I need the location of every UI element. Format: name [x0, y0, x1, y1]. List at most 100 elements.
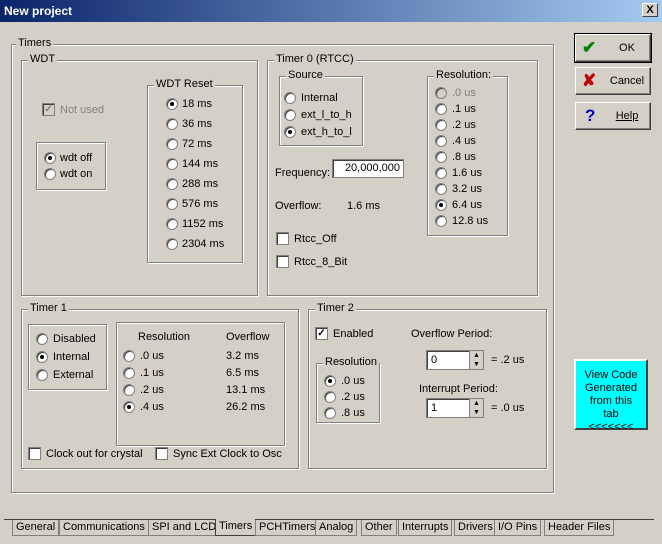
- timer2-resolution-option: .8 us: [341, 407, 365, 419]
- timer0-resolution-label: Resolution:: [434, 69, 494, 81]
- timer0-resolution-radio[interactable]: [435, 119, 447, 131]
- not-used-checkbox[interactable]: ✓: [42, 103, 55, 116]
- timer0-resolution-option: .4 us: [452, 135, 476, 147]
- timer0-resolution-radio[interactable]: [435, 135, 447, 147]
- spin-up-icon[interactable]: ▲: [470, 351, 483, 360]
- timer0-resolution-option: 6.4 us: [452, 199, 482, 211]
- spin-down-icon[interactable]: ▼: [470, 408, 483, 417]
- tab-strip: General Communications SPI and LCD Timers PC…: [12, 519, 632, 536]
- cross-icon: ✘: [582, 71, 597, 90]
- timer0-source-radio[interactable]: [284, 126, 296, 138]
- overflow-period-spinner[interactable]: 0 ▲ ▼: [426, 350, 484, 370]
- timer0-resolution-option: 12.8 us: [452, 215, 489, 227]
- tab-interrupts[interactable]: Interrupts: [398, 520, 453, 536]
- not-used-label: Not used: [60, 104, 105, 116]
- wdt-reset-group: WDT Reset: [147, 78, 243, 263]
- wdt-reset-option: 288 ms: [182, 178, 219, 190]
- wdt-reset-option: 72 ms: [182, 138, 212, 150]
- timers-group-label: Timers: [16, 37, 54, 49]
- tab-spi-and-lcd[interactable]: SPI and LCD: [148, 520, 221, 536]
- window-title: New project: [4, 4, 73, 18]
- timer1-mode-radio[interactable]: [36, 333, 48, 345]
- timer2-group-label: Timer 2: [315, 302, 356, 314]
- tab-communications[interactable]: Communications: [59, 520, 149, 536]
- clock-out-checkbox[interactable]: [28, 447, 41, 460]
- sync-ext-clock-label: Sync Ext Clock to Osc: [173, 448, 282, 460]
- timer1-resolution-radio[interactable]: [123, 401, 135, 413]
- wdt-reset-radio[interactable]: [166, 238, 178, 250]
- timer0-source-option: ext_l_to_h: [301, 109, 352, 121]
- interrupt-period-result: = .0 us: [491, 402, 525, 414]
- timer1-mode-option: External: [53, 369, 94, 381]
- wdt-reset-radio[interactable]: [166, 218, 178, 230]
- timer2-resolution-radio[interactable]: [324, 407, 336, 419]
- wdt-reset-radio[interactable]: [166, 138, 178, 150]
- view-code-button[interactable]: View Code Generated from this tab <<<<<<…: [574, 359, 648, 433]
- timer0-resolution-radio[interactable]: [435, 183, 447, 195]
- timer0-resolution-radio[interactable]: [435, 103, 447, 115]
- timer1-resolution-radio[interactable]: [123, 367, 135, 379]
- timer0-resolution-radio[interactable]: [435, 199, 447, 211]
- wdt-reset-radio[interactable]: [166, 158, 178, 170]
- timer1-overflow-value: 13.1 ms: [226, 384, 266, 396]
- overflow-period-result: = .2 us: [491, 354, 525, 366]
- wdt-off-radio[interactable]: [44, 152, 56, 164]
- frequency-input[interactable]: 20,000,000: [332, 159, 404, 178]
- spin-down-icon[interactable]: ▼: [470, 360, 483, 369]
- tab-general[interactable]: General: [12, 520, 60, 536]
- timer1-resolution-option: .2 us: [140, 384, 164, 396]
- tab-drivers[interactable]: Drivers: [454, 520, 497, 536]
- timer1-resolution-radio[interactable]: [123, 384, 135, 396]
- rtcc-off-checkbox[interactable]: [276, 232, 289, 245]
- timer0-resolution-radio[interactable]: [435, 87, 447, 99]
- close-button[interactable]: X: [642, 3, 658, 17]
- timer2-resolution-option: .2 us: [341, 391, 365, 403]
- overflow-period-label: Overflow Period:: [411, 328, 493, 340]
- rtcc-off-label: Rtcc_Off: [294, 233, 337, 245]
- help-button[interactable]: ? Help: [575, 102, 651, 130]
- timer2-resolution-radio[interactable]: [324, 391, 336, 403]
- tab-timers[interactable]: Timers: [215, 519, 257, 536]
- timer0-resolution-radio[interactable]: [435, 167, 447, 179]
- timer2-resolution-radio[interactable]: [324, 375, 336, 387]
- overflow-period-spin-buttons[interactable]: ▲ ▼: [469, 351, 483, 369]
- tab-pchtimers[interactable]: PCHTimers: [255, 520, 320, 536]
- wdt-reset-radio[interactable]: [166, 178, 178, 190]
- timer0-resolution-option: .0 us: [452, 87, 476, 99]
- timer1-resolution-radio[interactable]: [123, 350, 135, 362]
- timer0-resolution-radio[interactable]: [435, 215, 447, 227]
- tab-i-o-pins[interactable]: I/O Pins: [494, 520, 542, 536]
- wdt-reset-option: 18 ms: [182, 98, 212, 110]
- tab-other[interactable]: Other: [361, 520, 397, 536]
- timer0-resolution-option: 1.6 us: [452, 167, 482, 179]
- timer0-resolution-radio[interactable]: [435, 151, 447, 163]
- wdt-reset-radio[interactable]: [166, 198, 178, 210]
- spin-up-icon[interactable]: ▲: [470, 399, 483, 408]
- timer2-enabled-checkbox[interactable]: ✓: [315, 327, 328, 340]
- timer0-source-radio[interactable]: [284, 109, 296, 121]
- checkmark-icon: ✔: [582, 38, 597, 57]
- tab-analog[interactable]: Analog: [315, 520, 358, 536]
- timer0-source-radio[interactable]: [284, 92, 296, 104]
- wdt-reset-radio[interactable]: [166, 98, 178, 110]
- timer0-resolution-option: .8 us: [452, 151, 476, 163]
- rtcc-8bit-checkbox[interactable]: [276, 255, 289, 268]
- wdt-reset-radio[interactable]: [166, 118, 178, 130]
- wdt-group-label: WDT: [28, 53, 58, 65]
- interrupt-period-spinner[interactable]: 1 ▲ ▼: [426, 398, 484, 418]
- cancel-button[interactable]: ✘ Cancel: [575, 67, 651, 95]
- ok-button[interactable]: ✔ OK: [574, 33, 652, 63]
- wdt-on-radio[interactable]: [44, 168, 56, 180]
- wdt-reset-option: 144 ms: [182, 158, 219, 170]
- timer0-source-option: Internal: [301, 92, 338, 104]
- timer1-mode-radio[interactable]: [36, 369, 48, 381]
- timer2-resolution-option: .0 us: [341, 375, 365, 387]
- timer0-source-option: ext_h_to_l: [301, 126, 352, 138]
- timer2-resolution-label: Resolution: [323, 356, 379, 368]
- interrupt-period-spin-buttons[interactable]: ▲ ▼: [469, 399, 483, 417]
- tab-header-files[interactable]: Header Files: [544, 520, 615, 536]
- wdt-reset-option: 1152 ms: [182, 218, 224, 230]
- wdt-on-label: wdt on: [60, 168, 93, 180]
- sync-ext-clock-checkbox[interactable]: [155, 447, 168, 460]
- timer1-mode-radio[interactable]: [36, 351, 48, 363]
